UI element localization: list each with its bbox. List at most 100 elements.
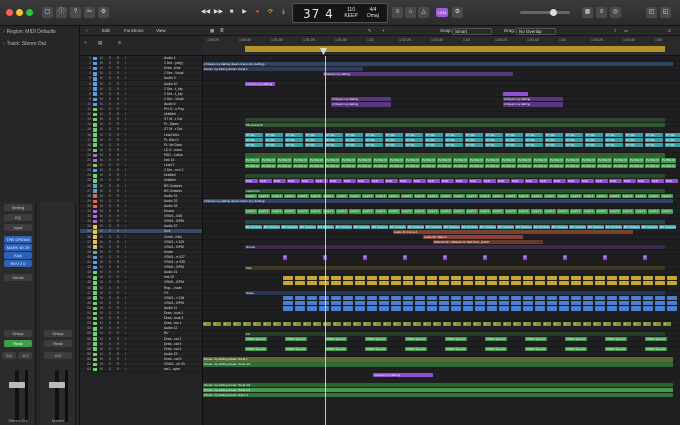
region[interactable]: PL 80s IV xyxy=(389,163,404,168)
plugin-slot-4[interactable]: REV 2.0 xyxy=(4,260,32,267)
region[interactable]: Lead 2 xyxy=(414,209,426,214)
region[interactable]: ST Mo xyxy=(605,132,623,138)
region[interactable]: ST Mo xyxy=(665,138,680,143)
region[interactable]: PAD xyxy=(385,178,398,184)
region[interactable] xyxy=(463,306,473,311)
region[interactable]: VSW1 Sna-03 xyxy=(485,336,507,342)
region[interactable] xyxy=(343,306,353,311)
region[interactable] xyxy=(283,275,293,280)
region[interactable]: Lead 2 xyxy=(440,209,452,214)
region[interactable] xyxy=(355,280,365,286)
region[interactable]: V xyxy=(473,321,481,326)
notepad-button[interactable]: ▦ xyxy=(582,7,593,18)
region[interactable]: ST Mo xyxy=(585,138,603,143)
region[interactable]: Lead 2 xyxy=(440,194,452,199)
region[interactable]: BS Octaves xyxy=(569,224,586,229)
region[interactable]: Lead 2 xyxy=(453,194,465,199)
region[interactable] xyxy=(439,306,449,311)
region[interactable]: V xyxy=(273,321,281,326)
region[interactable]: ST Mo xyxy=(545,138,563,143)
region[interactable]: Lead 2 xyxy=(479,194,491,199)
region[interactable] xyxy=(643,301,653,306)
region[interactable]: V xyxy=(563,321,571,326)
region[interactable]: VSW1 Sna-03 xyxy=(645,336,667,342)
region[interactable]: PAD xyxy=(315,178,328,184)
region[interactable]: PAD xyxy=(357,178,370,184)
region[interactable] xyxy=(559,296,569,301)
region[interactable] xyxy=(487,280,497,286)
region[interactable]: PL 80s IV xyxy=(629,158,644,163)
region[interactable] xyxy=(547,306,557,311)
region[interactable]: Lead 2 xyxy=(271,209,283,214)
region[interactable]: Lead 2 xyxy=(258,209,270,214)
region[interactable] xyxy=(295,275,305,280)
region[interactable] xyxy=(583,275,593,280)
region[interactable] xyxy=(355,275,365,280)
collapse-icon[interactable]: ≡ xyxy=(668,28,671,34)
list-editor-button[interactable]: ⚙ xyxy=(452,7,463,18)
region[interactable]: V xyxy=(463,321,471,326)
region[interactable]: PAD xyxy=(553,178,566,184)
region[interactable]: PL 80s IV xyxy=(373,158,388,163)
region[interactable] xyxy=(667,301,677,306)
region[interactable]: V xyxy=(263,321,271,326)
region[interactable]: PL 80s IV xyxy=(389,158,404,163)
region[interactable] xyxy=(523,306,533,311)
region[interactable]: ST Mo xyxy=(305,138,323,143)
region[interactable]: PL 80s IV xyxy=(549,163,564,168)
region[interactable] xyxy=(343,301,353,306)
region[interactable]: Lead 2 xyxy=(414,194,426,199)
region[interactable] xyxy=(631,306,641,311)
region[interactable]: PL 80s IV xyxy=(277,158,292,163)
region[interactable]: PL 80s IV xyxy=(581,163,596,168)
region[interactable] xyxy=(655,296,665,301)
region[interactable]: PL 80s IV xyxy=(325,163,340,168)
region[interactable]: Lead 2 xyxy=(336,194,348,199)
global-tracks-icon[interactable]: S xyxy=(118,40,121,46)
region[interactable]: ST Mo xyxy=(665,143,680,148)
region[interactable]: VSW1 Sna-03 xyxy=(325,347,347,352)
region[interactable]: V xyxy=(493,321,501,326)
region[interactable]: V xyxy=(643,321,651,326)
sends-slot[interactable]: Sends xyxy=(4,274,32,281)
region[interactable]: PAD xyxy=(287,178,300,184)
region[interactable] xyxy=(307,275,317,280)
region[interactable] xyxy=(391,296,401,301)
region[interactable]: Lead 2 xyxy=(531,209,543,214)
region[interactable]: ST Mo xyxy=(385,132,403,138)
region[interactable] xyxy=(439,280,449,286)
region[interactable] xyxy=(245,173,665,178)
region[interactable]: Lead 2 xyxy=(388,194,400,199)
region[interactable] xyxy=(403,306,413,311)
region[interactable]: Lead 2 xyxy=(492,209,504,214)
region[interactable]: PAD xyxy=(245,178,258,184)
region[interactable]: Lead 2 xyxy=(635,209,647,214)
region[interactable]: V xyxy=(393,321,401,326)
region[interactable]: Lead 2 xyxy=(349,209,361,214)
region[interactable]: Dream my darling dream Vocal 4.6 xyxy=(203,382,673,388)
volume-fader-handle[interactable] xyxy=(9,382,25,388)
region[interactable]: PN Grand Pi xyxy=(245,122,665,127)
region[interactable]: BS Octaves xyxy=(515,224,532,229)
region[interactable] xyxy=(403,275,413,280)
region[interactable]: VSW1 Sna-03 xyxy=(445,347,467,352)
plugin-slot-1[interactable]: THE DREAM xyxy=(4,236,32,243)
region[interactable] xyxy=(559,275,569,280)
region[interactable]: V xyxy=(663,321,671,326)
region[interactable] xyxy=(595,306,605,311)
input-slot[interactable]: Input xyxy=(4,224,32,231)
region[interactable] xyxy=(331,275,341,280)
region[interactable]: V xyxy=(613,321,621,326)
region[interactable]: PL 80s IV xyxy=(309,158,324,163)
smart-controls-button[interactable]: ⚙ xyxy=(98,7,109,18)
region[interactable]: V xyxy=(483,321,491,326)
region[interactable] xyxy=(403,296,413,301)
drag-select[interactable]: No Overlap xyxy=(516,27,556,35)
region[interactable]: ST Mo xyxy=(385,143,403,148)
region[interactable]: 2 Dream my darling xyxy=(245,81,275,87)
region[interactable]: V xyxy=(593,321,601,326)
region[interactable]: PAD xyxy=(455,178,468,184)
region[interactable] xyxy=(379,296,389,301)
region[interactable] xyxy=(391,306,401,311)
region[interactable] xyxy=(367,301,377,306)
